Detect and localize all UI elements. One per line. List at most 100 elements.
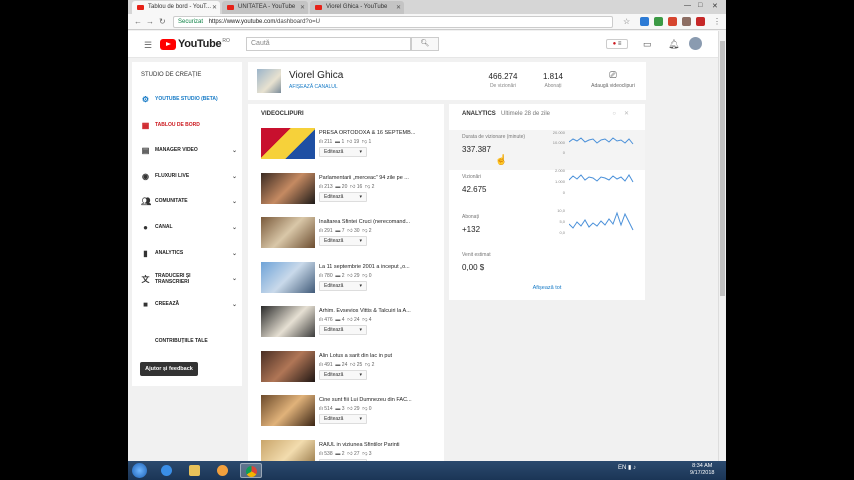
close-tab-icon[interactable]: ✕ [396, 4, 401, 11]
sidebar-item-video-manager[interactable]: ▤ MANAGER VIDEO ⌄ [141, 144, 237, 156]
sidebar-item-dashboard[interactable]: ▦ TABLOU DE BORD [141, 119, 237, 131]
metric-subscribers[interactable]: Abonați +132 10,0 5,0 0,0 [449, 208, 645, 250]
video-thumbnail[interactable] [261, 172, 315, 204]
windows-start-icon[interactable] [132, 463, 147, 478]
video-row[interactable]: Arhim. Evsevios Vittis & Talcuiri la A..… [261, 306, 441, 346]
metric-watch-time[interactable]: Durata de vizionare (minute) 337.387 20.… [449, 130, 645, 170]
minimize-icon[interactable]: — [684, 2, 691, 9]
notifications-bell-icon[interactable]: 🔔︎ [668, 39, 679, 50]
close-tab-icon[interactable]: ✕ [300, 4, 305, 11]
brand-account-button[interactable]: ● ≡ [606, 39, 628, 49]
taskbar-clock[interactable]: 8:34 AM 9/17/2018 [690, 463, 714, 477]
video-row[interactable]: Inaltarea Sfintei Cruci (nerecomand... ıl… [261, 217, 441, 257]
close-tab-icon[interactable]: ✕ [212, 4, 217, 11]
volume-icon[interactable]: ♪ [633, 465, 636, 471]
reload-icon[interactable]: ↻ [159, 17, 166, 26]
channel-thumbnail[interactable] [257, 69, 281, 93]
tab-viorel-ghica[interactable]: Viorel Ghica - YouTube ✕ [310, 1, 404, 14]
edit-video-button[interactable]: Editează ▾ [319, 414, 367, 424]
video-thumbnail[interactable] [261, 350, 315, 382]
video-title[interactable]: Cine sunt fiii Lui Dumnezeu din FAC... [319, 397, 439, 403]
video-thumbnail[interactable] [261, 217, 315, 248]
scrollbar-thumb[interactable] [720, 41, 725, 296]
taskbar-file-explorer[interactable] [184, 463, 206, 478]
video-row[interactable]: PRESA ORTODOXĂ & 16 SEPTEMB... ılı 211 ▬ … [261, 128, 441, 168]
video-title[interactable]: La 11 septembrie 2001 a inceput „o... [319, 264, 439, 270]
dropdown-arrow-icon[interactable]: ▾ [359, 372, 362, 378]
video-title[interactable]: RAIUL in viziunea Sfintilor Parinti [319, 442, 439, 448]
sidebar-item-studio-beta[interactable]: ⚙ YOUTUBE STUDIO (BETA) [141, 93, 237, 105]
tab-dashboard[interactable]: Tablou de bord - YouT... ✕ [132, 1, 220, 14]
maximize-icon[interactable]: □ [698, 2, 702, 9]
create-video-icon[interactable]: ▭ [643, 39, 652, 50]
video-thumbnail[interactable] [261, 395, 315, 426]
video-title[interactable]: PRESA ORTODOXĂ & 16 SEPTEMB... [319, 130, 439, 136]
edit-video-button[interactable]: Editează ▾ [319, 280, 367, 291]
taskbar-internet-explorer[interactable] [156, 463, 178, 478]
dropdown-arrow-icon[interactable]: ▾ [359, 416, 362, 422]
sidebar-item-live[interactable]: ◉ FLUXURI LIVE ⌄ [141, 170, 237, 182]
sidebar-item-channel[interactable]: ● CANAL ⌄ [141, 221, 237, 233]
video-row[interactable]: Cine sunt fiii Lui Dumnezeu din FAC... ıl… [261, 395, 441, 435]
dropdown-arrow-icon[interactable]: ▾ [359, 149, 362, 155]
video-row[interactable]: Parlamentarii „merceac” 94 zile pe ... ıl… [261, 172, 441, 213]
extension-icon[interactable] [696, 17, 705, 26]
edit-video-button[interactable]: Editează ▾ [319, 191, 367, 202]
video-row[interactable]: Alin Lotus a sarit din lac in put ılı 491… [261, 350, 441, 391]
browser-menu-icon[interactable]: ⋮ [713, 17, 721, 26]
edit-video-button[interactable]: Editează ▾ [319, 147, 367, 157]
page-scrollbar[interactable] [718, 31, 726, 461]
help-feedback-button[interactable]: Ajutor și feedback [140, 362, 198, 376]
extension-icon[interactable] [668, 17, 677, 26]
upload-videos-button[interactable]: ⎚ Adaugă videoclipuri [588, 70, 638, 89]
taskbar-chrome[interactable] [240, 463, 262, 478]
tab-unitatea[interactable]: UNITATEA - YouTube ✕ [222, 1, 308, 14]
taskbar-media-player[interactable] [212, 463, 234, 478]
dropdown-arrow-icon[interactable]: ▾ [359, 283, 362, 289]
forward-icon[interactable]: → [146, 17, 154, 26]
sidebar-item-analytics[interactable]: ▮ ANALYTICS ⌄ [141, 247, 237, 259]
video-title[interactable]: Inaltarea Sfintei Cruci (nerecomand... [319, 219, 439, 225]
sidebar-item-translations[interactable]: 文 TRADUCERI ȘI TRANSCRIERI ⌄ [141, 272, 238, 286]
close-icon[interactable]: ✕ [624, 111, 637, 117]
sidebar-item-create[interactable]: ■ CREEAZĂ ⌄ [141, 298, 237, 310]
tick-label: 0,0 [559, 230, 565, 235]
show-all-link[interactable]: Afișează tot [449, 285, 645, 291]
metric-views[interactable]: Vizionări 42.675 2.000 1.000 0 [449, 168, 645, 210]
views-stat[interactable]: 466.274 De vizionări [480, 72, 526, 89]
back-icon[interactable]: ← [134, 17, 142, 26]
view-channel-link[interactable]: AFIȘEAZĂ CANALUL [289, 84, 338, 90]
sidebar-item-community[interactable]: 👥︎ COMUNITATE ⌄ [141, 195, 237, 207]
video-thumbnail[interactable] [261, 261, 315, 293]
search-input[interactable]: Caută [246, 37, 411, 51]
search-button[interactable]: 🔍︎ [411, 37, 439, 51]
extension-icon[interactable] [640, 17, 649, 26]
video-thumbnail[interactable] [261, 306, 315, 337]
video-title[interactable]: Arhim. Evsevios Vittis & Talcuiri la A..… [319, 308, 439, 314]
tray-language[interactable]: EN [618, 465, 626, 471]
menu-icon[interactable]: ☰ [144, 40, 152, 51]
network-icon[interactable]: ▮ [628, 465, 631, 471]
edit-video-button[interactable]: Editează ▾ [319, 369, 367, 380]
metric-revenue[interactable]: Venit estimat 0,00 $ [449, 248, 645, 288]
extension-icon[interactable] [682, 17, 691, 26]
video-thumbnail[interactable] [261, 128, 315, 159]
dropdown-arrow-icon[interactable]: ▾ [359, 194, 362, 200]
video-title[interactable]: Alin Lotus a sarit din lac in put [319, 353, 439, 359]
settings-icon[interactable]: ○ [612, 111, 624, 117]
bookmark-star-icon[interactable]: ☆ [623, 17, 630, 26]
edit-video-button[interactable]: Editează ▾ [319, 325, 367, 335]
sidebar-item-contributions[interactable]: CONTRIBUȚIILE TALE [141, 335, 237, 347]
sidebar-item-label: COMUNITATE [155, 198, 188, 204]
avatar[interactable] [689, 37, 702, 50]
video-title[interactable]: Parlamentarii „merceac” 94 zile pe ... [319, 175, 439, 181]
video-row[interactable]: La 11 septembrie 2001 a inceput „o... ılı… [261, 261, 441, 302]
url-input[interactable]: Securizat https://www.youtube.com/dashbo… [173, 16, 613, 28]
window-close-icon[interactable]: ✕ [712, 2, 718, 10]
dropdown-arrow-icon[interactable]: ▾ [359, 238, 362, 244]
youtube-logo[interactable]: YouTube RO [160, 38, 230, 50]
edit-video-button[interactable]: Editează ▾ [319, 236, 367, 246]
extension-icon[interactable] [654, 17, 663, 26]
subscribers-stat[interactable]: 1.814 Abonați [536, 72, 570, 89]
dropdown-arrow-icon[interactable]: ▾ [359, 327, 362, 333]
